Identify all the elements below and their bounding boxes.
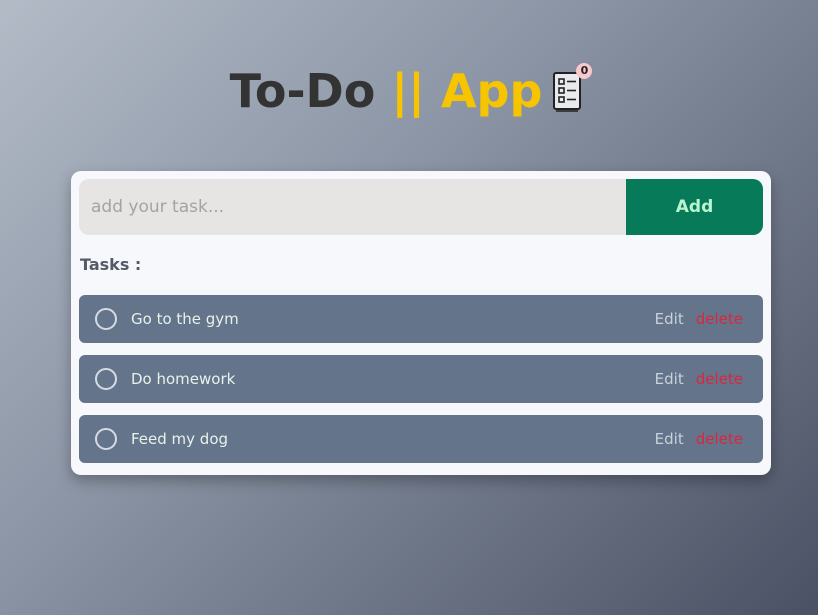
delete-button[interactable]: delete [696, 310, 743, 328]
task-text: Feed my dog [131, 430, 229, 448]
title-todo: To-Do [229, 64, 392, 118]
edit-button[interactable]: Edit [655, 310, 684, 328]
task-text: Do homework [131, 370, 236, 388]
edit-button[interactable]: Edit [655, 370, 684, 388]
delete-button[interactable]: delete [696, 370, 743, 388]
task-count-badge: 0 [576, 63, 593, 79]
delete-button[interactable]: delete [696, 430, 743, 448]
task-item: Go to the gym Edit delete [79, 295, 763, 343]
task-item: Feed my dog Edit delete [79, 415, 763, 463]
notification-area: 0 [552, 63, 593, 113]
task-text: Go to the gym [131, 310, 239, 328]
task-checkbox[interactable] [95, 368, 117, 390]
task-checkbox[interactable] [95, 308, 117, 330]
page-title: To-Do || App 0 [0, 62, 818, 120]
add-button[interactable]: Add [626, 179, 763, 235]
task-checkbox[interactable] [95, 428, 117, 450]
todo-card: Add Tasks : Go to the gym Edit delete Do… [71, 171, 771, 475]
title-app: || App [391, 64, 543, 118]
tasks-heading: Tasks : [80, 255, 142, 274]
task-input[interactable] [79, 179, 626, 235]
edit-button[interactable]: Edit [655, 430, 684, 448]
task-list: Go to the gym Edit delete Do homework Ed… [79, 295, 763, 475]
task-item: Do homework Edit delete [79, 355, 763, 403]
task-form: Add [79, 179, 763, 235]
